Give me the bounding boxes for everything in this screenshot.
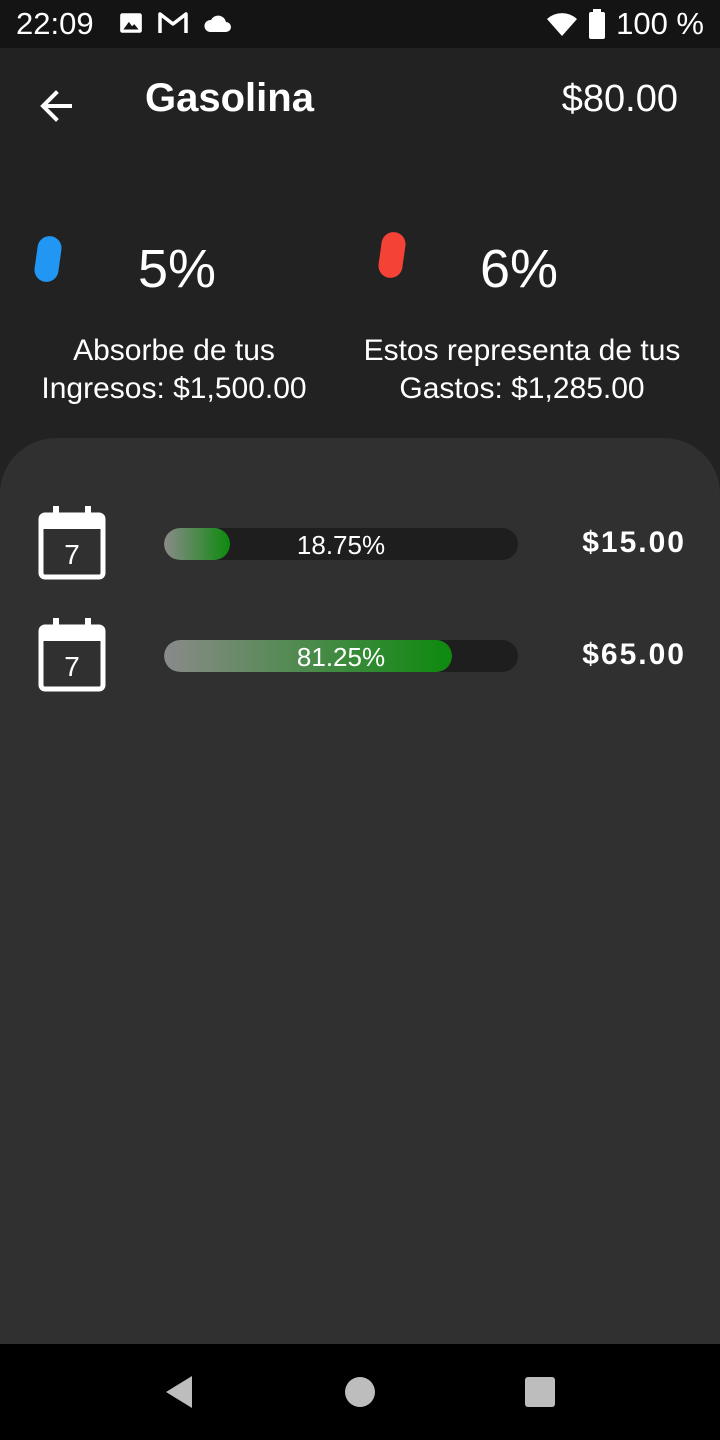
status-right: 100 % — [546, 6, 704, 42]
notification-icons — [118, 10, 232, 36]
nav-back-icon — [166, 1376, 192, 1408]
expense-indicator-pill — [376, 230, 408, 280]
battery-percent: 100 % — [616, 6, 704, 41]
cloud-icon — [204, 15, 231, 32]
wifi-icon — [547, 13, 578, 37]
expense-desc-line2: Gastos: $1,285.00 — [399, 372, 645, 405]
calendar-day: 7 — [64, 539, 80, 570]
calendar-icon: 7 — [38, 618, 106, 692]
arrow-back-icon — [40, 90, 72, 122]
total-amount: $80.00 — [561, 78, 678, 120]
percent-bar: 81.25% — [164, 640, 518, 672]
entries-sheet: 7 18.75% $15.00 7 81.25% $65.00 — [0, 438, 720, 1344]
battery-icon — [589, 9, 606, 39]
income-indicator-pill — [32, 234, 64, 284]
image-icon — [120, 13, 142, 33]
calendar-icon: 7 — [38, 506, 106, 580]
expense-stat: 6% Estos representa de tus Gastos: $1,28… — [342, 220, 702, 420]
nav-recents-icon — [525, 1377, 555, 1407]
percent-label: 18.75% — [296, 530, 386, 560]
income-description: Absorbe de tus Ingresos: $1,500.00 — [0, 332, 354, 408]
back-button[interactable] — [32, 82, 80, 130]
nav-home-button[interactable] — [340, 1372, 380, 1412]
gmail-icon — [158, 12, 188, 33]
percent-label: 81.25% — [296, 642, 386, 672]
income-desc-line1: Absorbe de tus — [73, 334, 275, 367]
calendar-day: 7 — [64, 651, 80, 682]
expense-percent: 6% — [480, 239, 559, 299]
entry-amount: $65.00 — [582, 638, 686, 671]
expense-desc-line1: Estos representa de tus — [363, 334, 681, 367]
system-nav-bar — [0, 1344, 720, 1440]
entry-row[interactable]: 7 18.75% $15.00 — [0, 506, 720, 586]
page-title: Gasolina — [145, 76, 314, 120]
income-stat: 5% Absorbe de tus Ingresos: $1,500.00 — [0, 220, 360, 420]
percent-bar: 18.75% — [164, 528, 518, 560]
entry-amount: $15.00 — [582, 526, 686, 559]
income-desc-line2: Ingresos: $1,500.00 — [41, 372, 307, 405]
income-percent: 5% — [138, 239, 217, 299]
status-time: 22:09 — [16, 6, 94, 41]
nav-recents-button[interactable] — [520, 1372, 560, 1412]
expense-description: Estos representa de tus Gastos: $1,285.0… — [342, 332, 702, 408]
nav-back-button[interactable] — [160, 1372, 200, 1412]
status-bar: 22:09 100 % — [0, 0, 720, 48]
entry-row[interactable]: 7 81.25% $65.00 — [0, 618, 720, 698]
nav-home-icon — [345, 1377, 375, 1407]
app-bar: Gasolina $80.00 — [0, 48, 720, 160]
